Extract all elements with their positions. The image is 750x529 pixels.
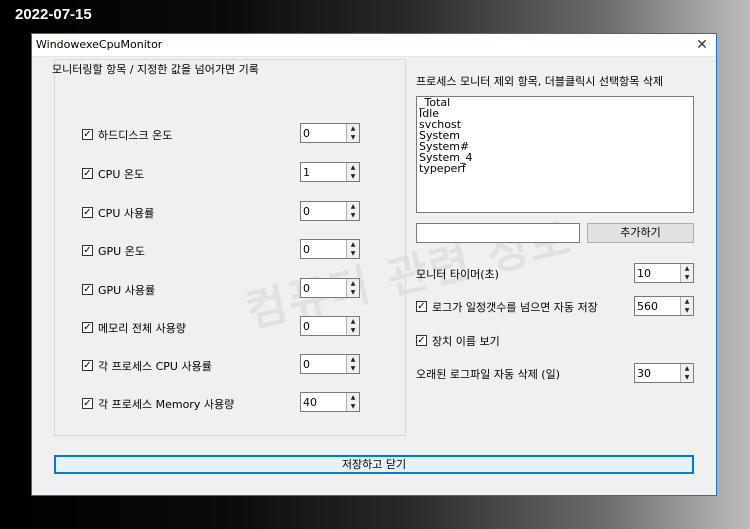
monitor-item-checkbox[interactable]: ✓ [82,207,93,218]
spin-down-icon[interactable]: ▼ [346,402,359,411]
threshold-value-input[interactable] [301,355,347,373]
title-bar: WindowexeCpuMonitor ✕ [32,34,716,57]
monitor-item-label: 하드디스크 온도 [98,129,173,142]
monitor-item-label: 각 프로세스 CPU 사용률 [98,360,212,373]
threshold-spinner[interactable]: ▲▼ [300,392,360,412]
close-button[interactable]: ✕ [688,34,716,56]
monitor-item-checkbox[interactable]: ✓ [82,322,93,333]
spin-down-icon[interactable]: ▼ [346,211,359,220]
exclude-list-item[interactable]: _Total [417,97,693,108]
threshold-spinner[interactable]: ▲▼ [300,123,360,143]
autosave-label: 로그가 일정갯수를 넘으면 자동 저장 [432,301,598,314]
autosave-checkbox[interactable]: ✓ [416,301,427,312]
spin-down-icon[interactable]: ▼ [346,172,359,181]
threshold-value-input[interactable] [301,279,347,297]
spin-down-icon[interactable]: ▼ [346,364,359,373]
exclude-add-input[interactable] [416,223,580,243]
monitor-item-label: GPU 사용률 [98,284,156,297]
spin-down-icon[interactable]: ▼ [680,273,693,282]
old-log-value-input[interactable] [635,364,681,382]
threshold-spinner[interactable]: ▲▼ [300,278,360,298]
monitor-item-checkbox[interactable]: ✓ [82,398,93,409]
monitor-item-checkbox[interactable]: ✓ [82,360,93,371]
monitor-item-checkbox[interactable]: ✓ [82,129,93,140]
spin-down-icon[interactable]: ▼ [346,288,359,297]
exclude-process-list[interactable]: _Total Idle svchost System System# System_4 ty… [416,96,694,213]
spin-down-icon[interactable]: ▼ [680,306,693,315]
add-button[interactable]: 추가하기 [587,223,694,243]
monitor-items-header: 모니터링할 항목 / 지정한 값을 넘어가면 기록 [52,63,259,76]
old-log-spinner[interactable]: ▲ ▼ [634,363,694,383]
monitor-item-label: 각 프로세스 Memory 사용량 [98,398,235,411]
threshold-value-input[interactable] [301,124,347,142]
exclude-list-header: 프로세스 모니터 제외 항목, 더블클릭시 선택항목 삭제 [416,75,664,88]
threshold-value-input[interactable] [301,317,347,335]
threshold-spinner[interactable]: ▲▼ [300,316,360,336]
date-overlay: 2022-07-15 [15,6,92,23]
old-log-label: 오래된 로그파일 자동 삭제 (일) [416,368,561,381]
monitor-item-checkbox[interactable]: ✓ [82,168,93,179]
window-title: WindowexeCpuMonitor [36,38,163,51]
timer-label: 모니터 타이머(초) [416,268,499,281]
threshold-spinner[interactable]: ▲▼ [300,354,360,374]
monitor-item-checkbox[interactable]: ✓ [82,284,93,295]
timer-spinner[interactable]: ▲ ▼ [634,263,694,283]
threshold-spinner[interactable]: ▲▼ [300,201,360,221]
autosave-value-input[interactable] [635,297,681,315]
monitor-item-label: GPU 온도 [98,245,145,258]
monitor-item-label: CPU 온도 [98,168,145,181]
spin-down-icon[interactable]: ▼ [680,373,693,382]
device-name-label: 장치 이름 보기 [432,335,500,348]
spin-down-icon[interactable]: ▼ [346,133,359,142]
monitor-item-label: 메모리 전체 사용량 [98,322,186,335]
threshold-spinner[interactable]: ▲▼ [300,239,360,259]
spin-down-icon[interactable]: ▼ [346,249,359,258]
threshold-value-input[interactable] [301,163,347,181]
device-name-checkbox[interactable]: ✓ [416,335,427,346]
spin-down-icon[interactable]: ▼ [346,326,359,335]
threshold-value-input[interactable] [301,240,347,258]
exclude-list-item[interactable]: typeperf [417,163,693,174]
threshold-spinner[interactable]: ▲▼ [300,162,360,182]
threshold-value-input[interactable] [301,393,347,411]
monitor-item-label: CPU 사용률 [98,207,155,220]
threshold-value-input[interactable] [301,202,347,220]
timer-value-input[interactable] [635,264,681,282]
save-and-close-button[interactable]: 저장하고 닫기 [54,455,694,474]
autosave-spinner[interactable]: ▲ ▼ [634,296,694,316]
monitor-item-checkbox[interactable]: ✓ [82,245,93,256]
